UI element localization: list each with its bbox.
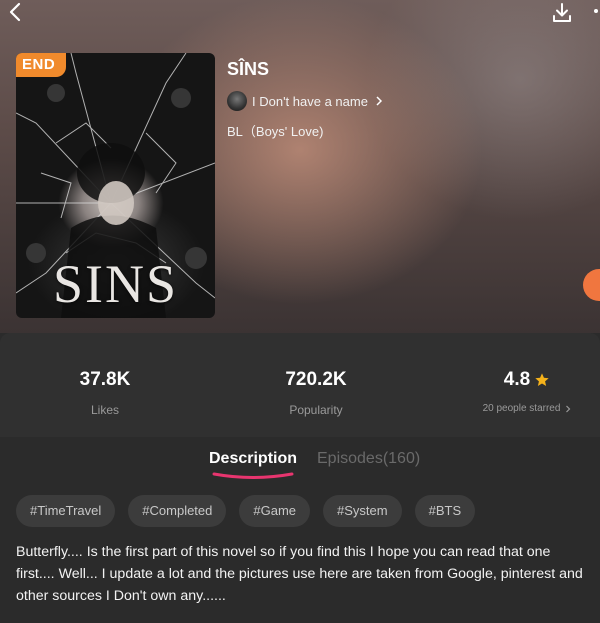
chevron-left-icon bbox=[9, 2, 21, 22]
end-badge: END bbox=[16, 53, 66, 77]
chevron-right-icon bbox=[376, 96, 383, 106]
tab-description[interactable]: Description bbox=[209, 450, 297, 468]
likes-value: 37.8K bbox=[79, 369, 131, 390]
back-button[interactable] bbox=[6, 2, 26, 22]
active-tab-indicator bbox=[212, 472, 294, 479]
tag-chip[interactable]: #System bbox=[323, 495, 402, 527]
more-vertical-icon bbox=[594, 9, 598, 13]
starred-label: 20 people starred bbox=[482, 403, 561, 414]
cover-title: SINS bbox=[52, 254, 179, 314]
content-tabs: Description Episodes(160) bbox=[0, 437, 600, 487]
ratings-link[interactable]: 20 people starred bbox=[427, 403, 600, 414]
book-cover[interactable]: END SINS bbox=[16, 53, 215, 318]
rating-stat: 4.8 20 people starred bbox=[427, 369, 600, 414]
popularity-stat: 720.2K Popularity bbox=[216, 369, 416, 417]
rating-value: 4.8 bbox=[503, 369, 531, 390]
tag-chip[interactable]: #Game bbox=[239, 495, 311, 527]
more-options-button[interactable] bbox=[589, 2, 600, 24]
tag-chip[interactable]: #BTS bbox=[414, 495, 476, 527]
book-header: END SINS SÎNS I Don't have a name BL（Boy… bbox=[0, 0, 600, 333]
download-icon bbox=[553, 3, 571, 22]
star-icon bbox=[535, 373, 549, 386]
stats-panel: 37.8K Likes 720.2K Popularity 4.8 20 peo… bbox=[0, 333, 600, 437]
tag-chip[interactable]: #TimeTravel bbox=[16, 495, 116, 527]
tag-chip[interactable]: #Completed bbox=[128, 495, 227, 527]
popularity-value: 720.2K bbox=[285, 369, 347, 390]
chevron-right-icon bbox=[566, 405, 571, 412]
genre-label: BL（Boys' Love) bbox=[227, 124, 324, 139]
book-title: SÎNS bbox=[227, 59, 270, 79]
book-description: Butterfly.... Is the first part of this … bbox=[16, 544, 583, 604]
download-button[interactable] bbox=[551, 2, 573, 24]
tag-list: #TimeTravel #Completed #Game #System #BT… bbox=[16, 495, 488, 527]
top-bar bbox=[0, 0, 600, 30]
tab-episodes[interactable]: Episodes(160) bbox=[317, 450, 420, 468]
author-link[interactable]: I Don't have a name bbox=[227, 90, 383, 112]
likes-stat: 37.8K Likes bbox=[5, 369, 205, 417]
likes-label: Likes bbox=[90, 403, 119, 417]
author-name: I Don't have a name bbox=[252, 93, 368, 109]
author-avatar bbox=[227, 91, 247, 111]
popularity-label: Popularity bbox=[289, 403, 343, 417]
